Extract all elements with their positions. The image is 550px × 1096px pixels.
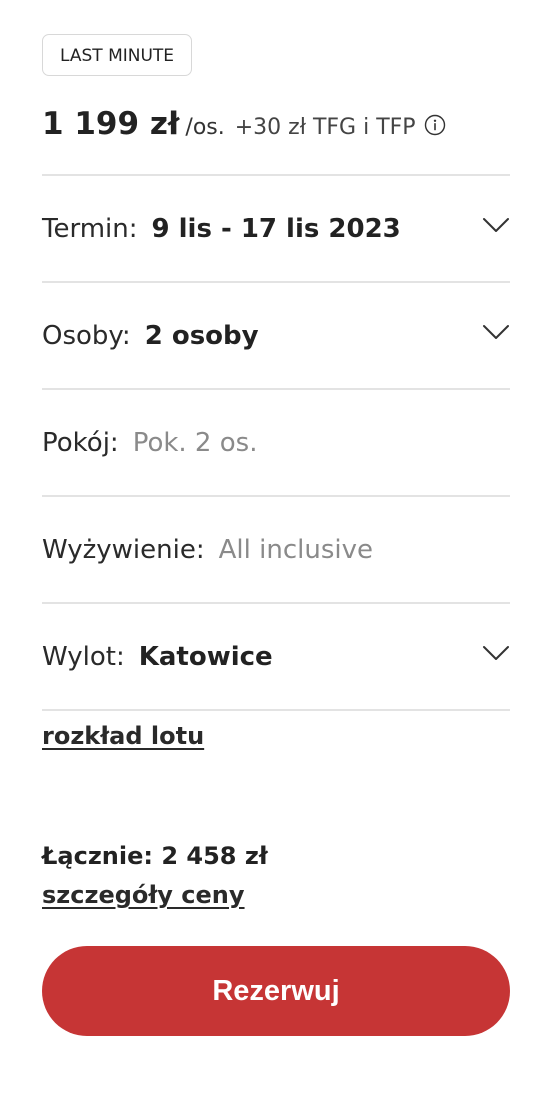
room-label: Pokój: (42, 427, 119, 458)
info-icon[interactable] (424, 114, 446, 136)
departure-selector[interactable]: Wylot: Katowice (42, 602, 510, 709)
date-label: Termin: (42, 213, 138, 244)
chevron-down-icon (482, 323, 510, 341)
extra-fees: +30 zł TFG i TFP (234, 115, 416, 140)
price-details-link[interactable]: szczegóły ceny (42, 881, 245, 909)
last-minute-badge: LAST MINUTE (42, 34, 193, 76)
persons-selector[interactable]: Osoby: 2 osoby (42, 281, 510, 388)
flight-schedule-link[interactable]: rozkład lotu (42, 722, 204, 750)
board-value: All inclusive (218, 534, 373, 565)
departure-label: Wylot: (42, 641, 125, 672)
date-selector[interactable]: Termin: 9 lis - 17 lis 2023 (42, 174, 510, 281)
date-value: 9 lis - 17 lis 2023 (151, 213, 401, 244)
room-value: Pok. 2 os. (132, 427, 258, 458)
board-label: Wyżywienie: (42, 534, 205, 565)
persons-value: 2 osoby (144, 320, 259, 351)
price-per-person: 1 199 zł (42, 106, 180, 142)
persons-label: Osoby: (42, 320, 131, 351)
per-person-unit: /os. (185, 115, 225, 140)
departure-value: Katowice (138, 641, 273, 672)
room-field: Pokój: Pok. 2 os. (42, 388, 510, 495)
chevron-down-icon (482, 216, 510, 234)
divider (42, 709, 510, 711)
chevron-down-icon (482, 644, 510, 662)
board-field: Wyżywienie: All inclusive (42, 495, 510, 602)
price-line: 1 199 zł /os. +30 zł TFG i TFP (42, 106, 446, 142)
total-price: Łącznie: 2 458 zł (42, 842, 268, 870)
book-button[interactable]: Rezerwuj (42, 946, 510, 1036)
